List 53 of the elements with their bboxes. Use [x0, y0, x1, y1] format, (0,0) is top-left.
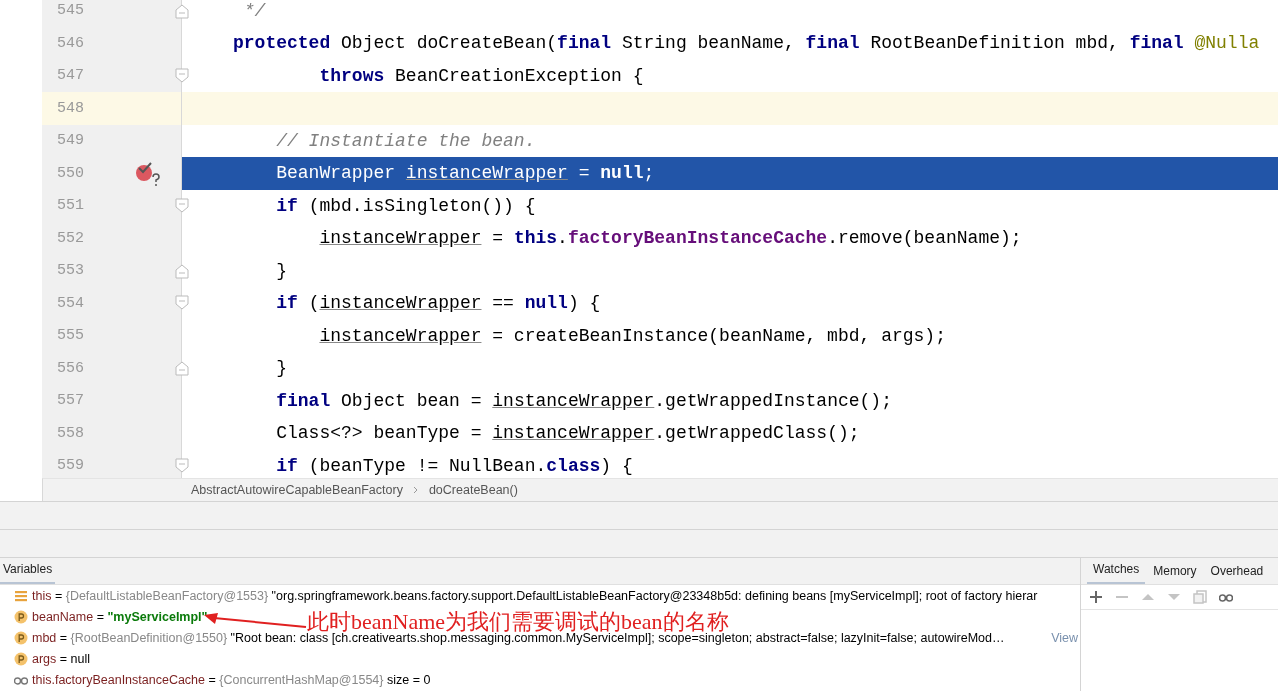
annotation-text: 此时beanName为我们需要调试的bean的名称 [307, 611, 729, 633]
line-number: 547 [57, 67, 85, 85]
variable-entry[interactable]: this = {DefaultListableBeanFactory@1553} "org.springframework.beans.factory.support.DefaultListableBeanFactory@23348b5d: defining beans [myServiceImpl]; root of factory hierar [32, 588, 1038, 603]
chevron-icon [412, 486, 419, 494]
code-line: instanceWrapper = createBeanInstance(beanName, mbd, args); [318, 324, 947, 348]
fold-marker-icon[interactable] [175, 2, 189, 19]
code-line: if (mbd.isSingleton()) { [275, 194, 537, 218]
variable-entry[interactable]: beanName = "myServiceImpl" [32, 609, 208, 624]
code-line: } [275, 259, 289, 283]
parameter-icon [14, 609, 28, 624]
line-number: 555 [57, 327, 85, 345]
fold-marker-icon[interactable] [175, 295, 189, 311]
panel-tab[interactable]: Watches [1087, 562, 1146, 584]
code-line: */ [242, 0, 267, 23]
line-number: 552 [57, 229, 85, 247]
code-line: if (instanceWrapper == null) { [275, 292, 602, 315]
code-line: throws BeanCreationException { [318, 64, 645, 88]
add-icon[interactable] [1089, 590, 1103, 604]
variable-entry[interactable]: args = null [32, 651, 91, 666]
line-number: 558 [57, 424, 85, 442]
breadcrumb-item[interactable]: AbstractAutowireCapableBeanFactory [191, 483, 403, 497]
line-number: 550 [57, 164, 85, 182]
code-line: // Instantiate the bean. [275, 129, 537, 153]
line-number: 559 [57, 457, 85, 475]
line-number: 553 [57, 262, 85, 280]
line-number: 556 [57, 359, 85, 377]
line-number: 548 [57, 99, 85, 117]
field-list-icon [14, 588, 28, 603]
line-number: 549 [57, 132, 85, 150]
variable-entry[interactable]: this.factoryBeanInstanceCache = {ConcurrentHashMap@1554} size = 0 [32, 672, 431, 687]
code-line: Class<?> beanType = instanceWrapper.getWrappedClass(); [275, 422, 861, 445]
line-number: 545 [57, 2, 85, 20]
fold-marker-icon[interactable] [175, 197, 189, 214]
code-line: if (beanType != NullBean.class) { [275, 454, 634, 478]
code-line: protected Object doCreateBean(final String beanName, final RootBeanDefinition mbd, final @Nulla [232, 32, 1261, 55]
fold-marker-icon[interactable] [175, 67, 189, 84]
panel-tab[interactable]: Memory [1147, 564, 1203, 584]
fold-marker-icon[interactable] [175, 262, 189, 279]
line-number: 557 [57, 392, 85, 410]
variables-tab[interactable]: Variables [0, 562, 56, 584]
breadcrumb-item[interactable]: doCreateBean() [428, 483, 518, 497]
parameter-icon [14, 651, 28, 666]
code-line: final Object bean = instanceWrapper.getWrappedInstance(); [275, 389, 893, 413]
code-line: } [275, 357, 289, 380]
line-number: 551 [57, 197, 85, 215]
panel-tab[interactable]: Overhead [1204, 564, 1270, 584]
fold-marker-icon[interactable] [175, 457, 189, 474]
line-number: 546 [57, 34, 85, 52]
parameter-icon [14, 630, 28, 645]
line-number: 554 [57, 294, 85, 312]
breakpoint-icon[interactable] [134, 160, 162, 186]
code-line: instanceWrapper = this.factoryBeanInstanceCache.remove(beanName); [318, 227, 1023, 250]
fold-marker-icon[interactable] [175, 360, 189, 376]
